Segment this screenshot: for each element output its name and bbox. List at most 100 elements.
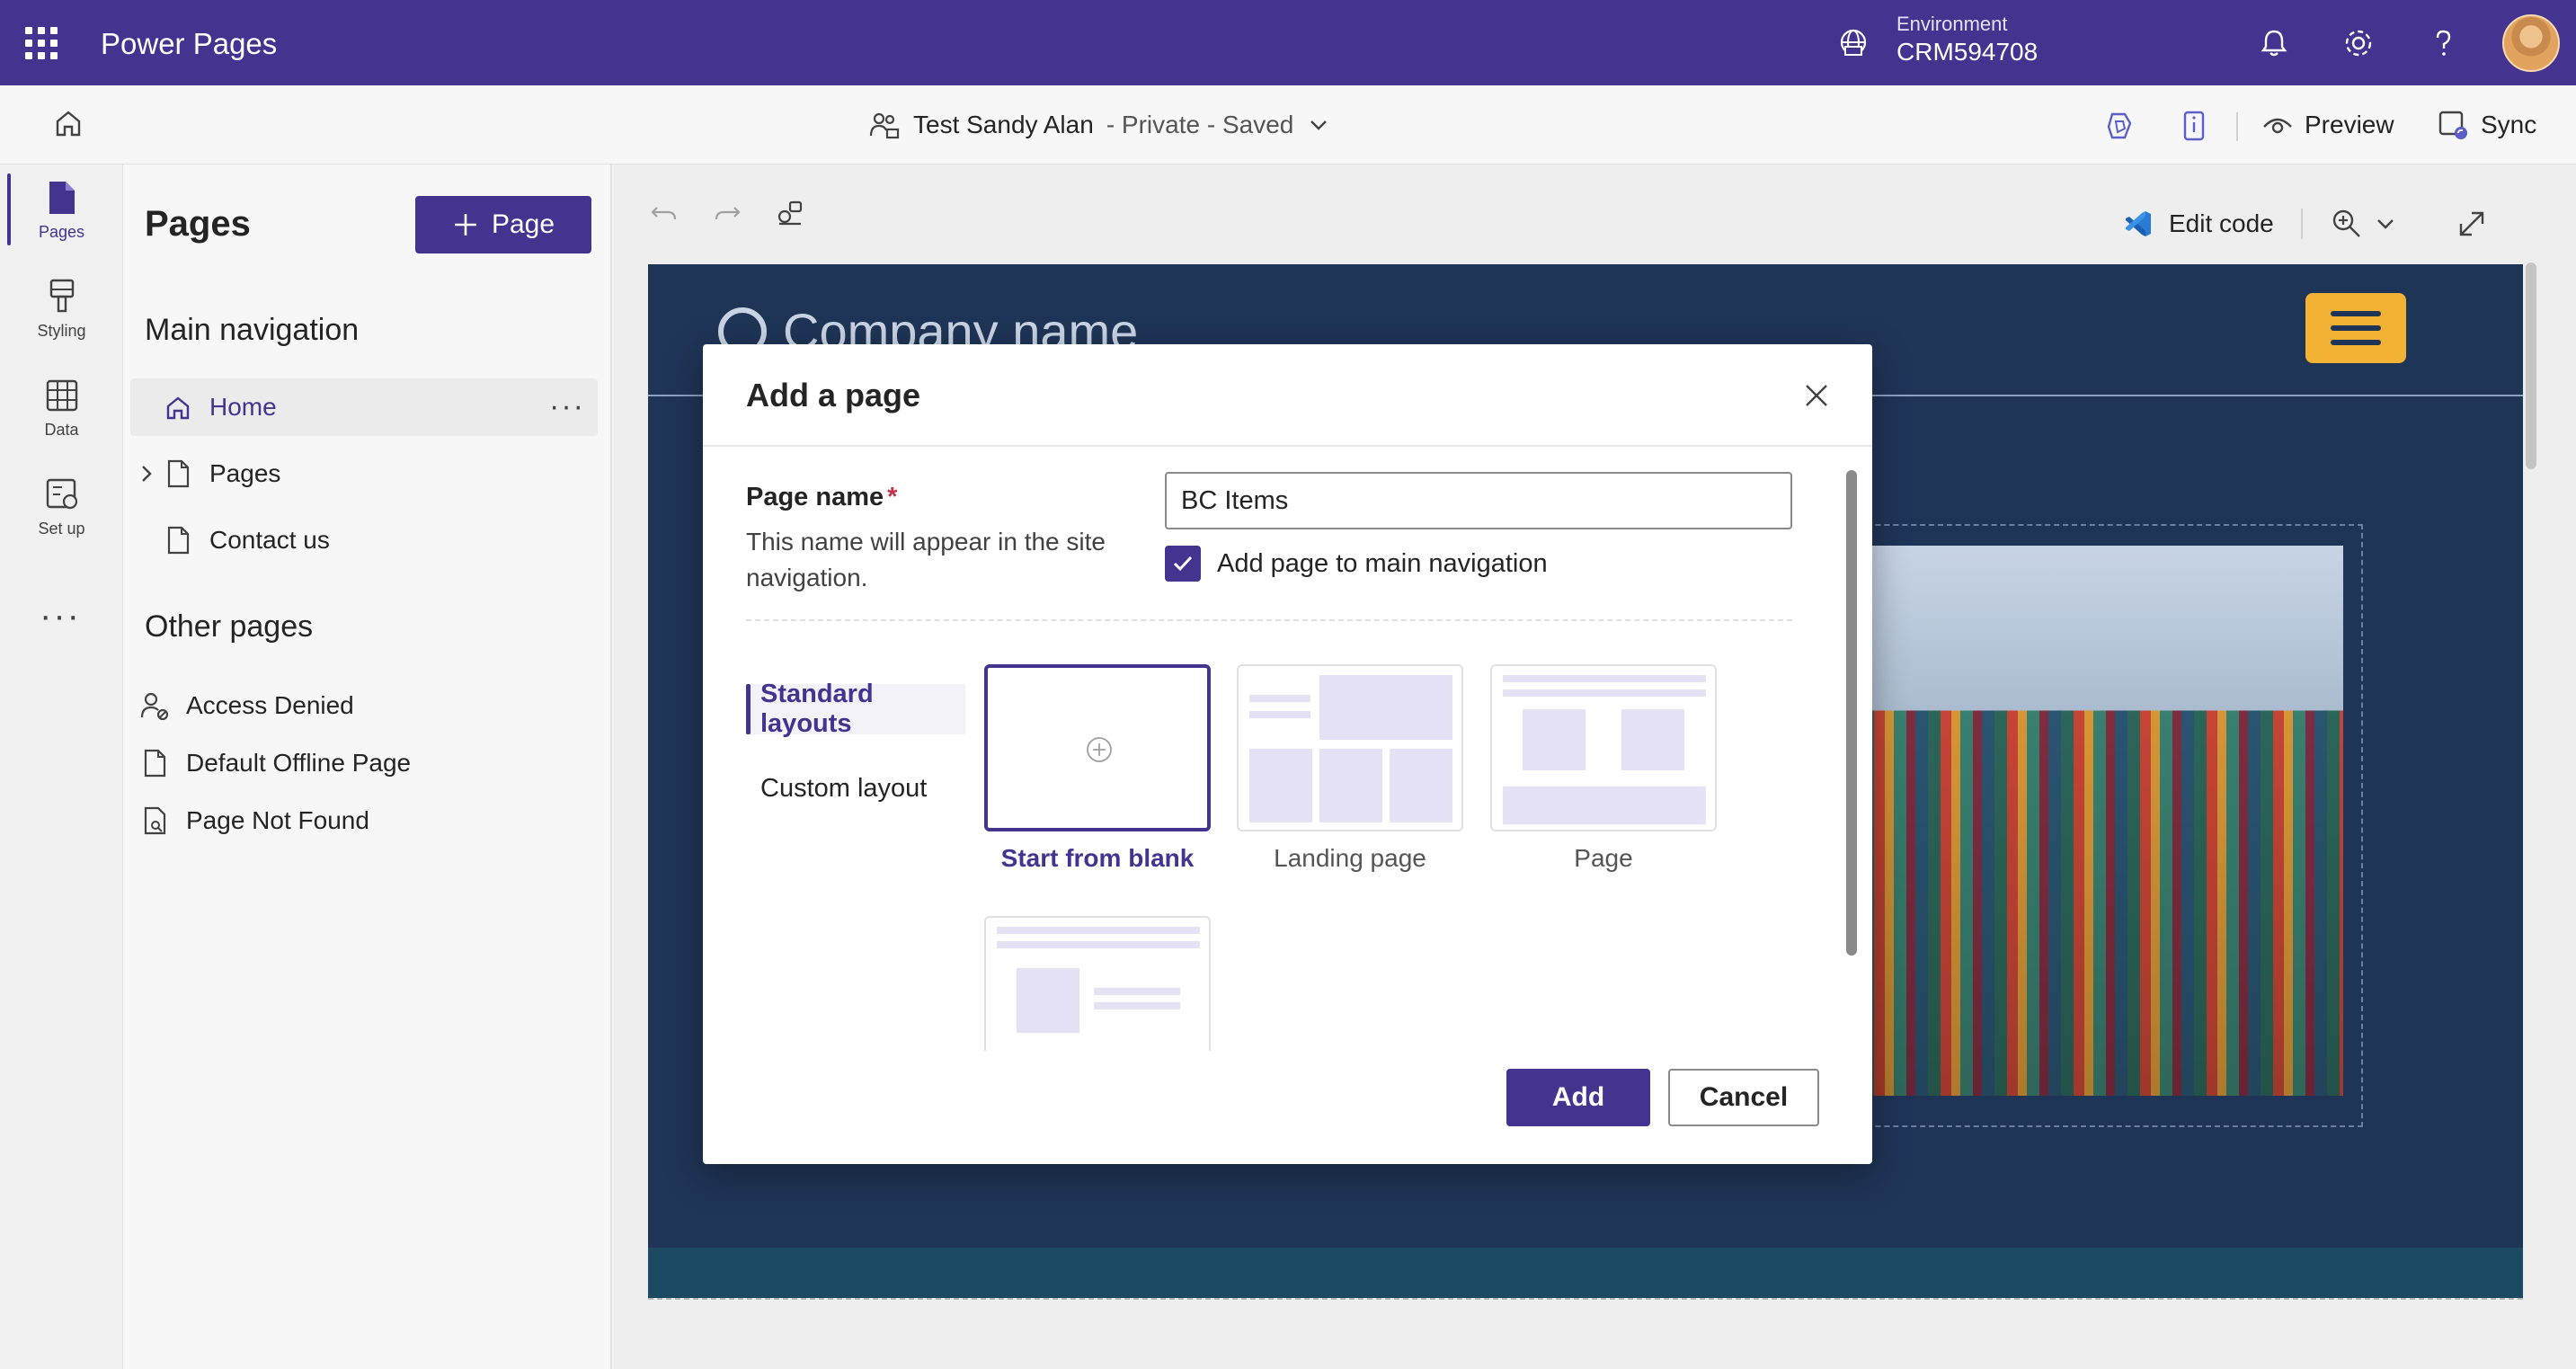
- add-page-label: Page: [491, 209, 555, 239]
- nav-item-home[interactable]: Home ···: [130, 378, 598, 436]
- app-title[interactable]: Power Pages: [101, 27, 277, 61]
- site-status: - Private - Saved: [1106, 111, 1294, 138]
- layout-block: [1094, 988, 1180, 995]
- nav-item-access-denied[interactable]: Access Denied: [130, 677, 598, 734]
- more-options-icon[interactable]: ···: [549, 389, 585, 424]
- home-icon[interactable]: [50, 105, 86, 141]
- environment-icon[interactable]: [1838, 27, 1869, 58]
- nav-item-label: Contact us: [209, 526, 330, 554]
- edit-code-button[interactable]: Edit code: [2122, 208, 2274, 240]
- site-people-icon: [869, 112, 900, 139]
- settings-gear-icon[interactable]: [2341, 25, 2376, 61]
- canvas-scrollbar[interactable]: [2526, 262, 2536, 469]
- layout-block: [1503, 787, 1706, 824]
- layout-block: [997, 941, 1200, 948]
- rail-item-setup[interactable]: Set up: [0, 461, 123, 551]
- undo-icon[interactable]: [648, 197, 680, 229]
- layout-block: [1503, 675, 1706, 682]
- pages-panel: Pages Page Main navigation Home ··· Page…: [123, 164, 612, 1369]
- next-section[interactable]: [648, 1298, 2523, 1369]
- expand-icon[interactable]: [2456, 208, 2488, 240]
- layout-block: [1249, 749, 1312, 822]
- layout-label-landing[interactable]: Landing page: [1237, 844, 1463, 873]
- chevron-right-icon[interactable]: [130, 462, 163, 485]
- environment-label: Environment: [1896, 13, 2008, 35]
- tab-custom-layout[interactable]: Custom layout: [746, 763, 927, 813]
- layout-label-blank[interactable]: Start from blank: [984, 844, 1211, 873]
- add-to-nav-checkbox[interactable]: [1165, 546, 1201, 582]
- close-icon[interactable]: [1803, 382, 1830, 409]
- required-mark: *: [887, 483, 898, 511]
- nav-item-contact-us[interactable]: Contact us: [130, 511, 598, 569]
- dialog-scrollbar[interactable]: [1846, 470, 1857, 956]
- nav-item-default-offline-page[interactable]: Default Offline Page: [130, 734, 598, 792]
- page-icon: [144, 749, 166, 778]
- layout-tile-landing[interactable]: [1237, 664, 1463, 831]
- section-band: [648, 1248, 2523, 1298]
- nav-item-page-not-found[interactable]: Page Not Found: [130, 792, 598, 849]
- site-info-icon[interactable]: [2177, 109, 2211, 143]
- rail-item-label: Data: [44, 420, 79, 439]
- plus-icon: [454, 214, 476, 236]
- zoom-in-icon: [2332, 209, 2360, 237]
- panel-title: Pages: [145, 204, 251, 244]
- page-name-label: Page name *: [746, 483, 897, 512]
- layout-tile-page[interactable]: [1490, 664, 1717, 831]
- rail-item-label: Styling: [37, 321, 86, 340]
- copilot-icon[interactable]: [2103, 109, 2137, 143]
- command-bar: Test Sandy Alan - Private - Saved Previe…: [0, 85, 2576, 164]
- layout-block: [1249, 711, 1310, 718]
- add-to-nav-label: Add page to main navigation: [1217, 548, 1548, 578]
- chevron-down-icon[interactable]: [1306, 112, 1331, 138]
- user-avatar[interactable]: [2502, 14, 2560, 72]
- nav-item-label: Pages: [209, 459, 281, 487]
- layout-tile-text-image[interactable]: [984, 916, 1211, 1051]
- dialog-title: Add a page: [746, 377, 921, 413]
- nav-item-label: Access Denied: [186, 691, 354, 719]
- rail-item-styling[interactable]: Styling: [0, 263, 123, 353]
- layout-block: [1249, 695, 1310, 702]
- more-options-icon[interactable]: ···: [40, 596, 81, 636]
- add-page-button[interactable]: Page: [415, 196, 591, 253]
- canvas-toolbar: [648, 184, 803, 242]
- nav-item-pages[interactable]: Pages: [130, 445, 598, 502]
- page-name-help: This name will appear in the site naviga…: [746, 528, 1106, 591]
- rail-item-pages[interactable]: Pages: [0, 164, 123, 254]
- chevron-down-icon: [2376, 219, 2394, 229]
- dialog-divider: [703, 445, 1872, 447]
- add-circle-icon: [1087, 737, 1112, 762]
- add-to-nav-option[interactable]: Add page to main navigation: [1165, 544, 1548, 583]
- toolbar-divider: [2300, 209, 2303, 239]
- environment-value[interactable]: CRM594708: [1896, 38, 2038, 67]
- add-button[interactable]: Add: [1506, 1069, 1650, 1126]
- other-pages-heading: Other pages: [145, 609, 314, 644]
- layout-block: [1017, 968, 1079, 1033]
- layout-tile-blank[interactable]: [984, 664, 1211, 831]
- add-page-dialog: Add a page Page name * This name will app…: [703, 344, 1872, 1164]
- notification-bell-icon[interactable]: [2256, 25, 2292, 61]
- sync-label: Sync: [2481, 111, 2537, 138]
- nav-item-label: Home: [209, 393, 277, 421]
- site-selector[interactable]: Test Sandy Alan - Private - Saved: [868, 105, 1331, 145]
- tab-standard-layouts[interactable]: Standard layouts: [746, 680, 965, 738]
- zoom-button[interactable]: [2330, 207, 2398, 241]
- component-icon[interactable]: [774, 197, 806, 229]
- data-table-icon: [46, 379, 77, 411]
- preview-button[interactable]: Preview: [2261, 105, 2394, 145]
- layout-block: [1503, 689, 1706, 697]
- hamburger-menu-icon[interactable]: [2305, 293, 2406, 363]
- preview-label: Preview: [2305, 111, 2394, 138]
- redo-icon[interactable]: [711, 197, 743, 229]
- help-icon[interactable]: [2425, 25, 2461, 61]
- layout-block: [1621, 709, 1684, 770]
- page-search-icon: [144, 806, 166, 835]
- sync-button[interactable]: Sync: [2436, 105, 2536, 145]
- page-name-input[interactable]: [1165, 472, 1792, 529]
- cancel-button[interactable]: Cancel: [1668, 1069, 1819, 1126]
- rail-item-data[interactable]: Data: [0, 362, 123, 452]
- tab-label: Custom layout: [760, 773, 928, 803]
- app-launcher-icon[interactable]: [25, 27, 58, 59]
- toolbar-divider: [2236, 112, 2238, 141]
- person-lock-icon: [140, 692, 169, 721]
- layout-label-page[interactable]: Page: [1490, 844, 1717, 873]
